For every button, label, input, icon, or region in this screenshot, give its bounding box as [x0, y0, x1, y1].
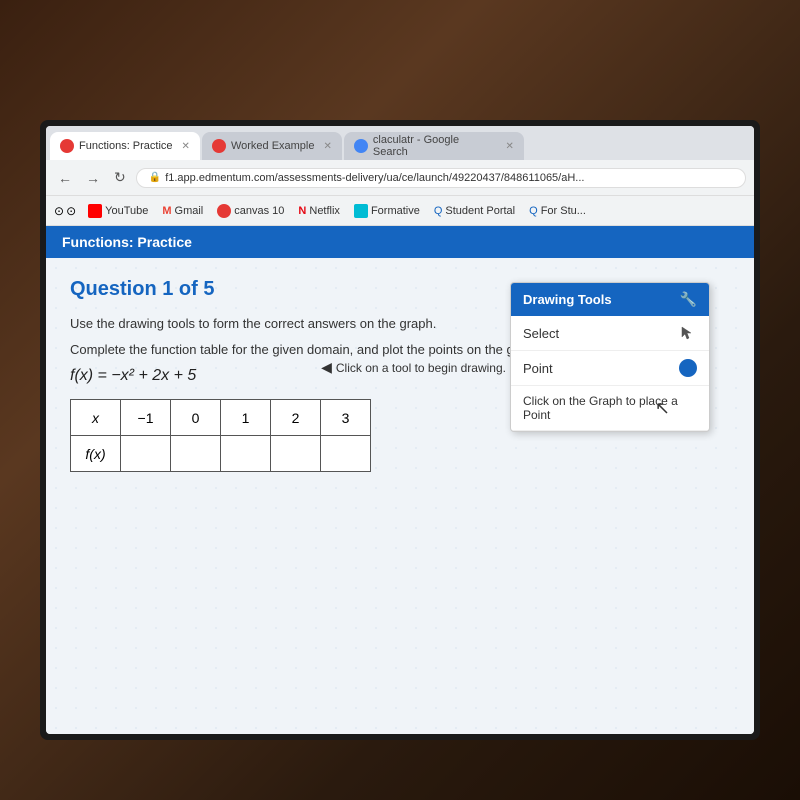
table-header-1: 1	[221, 400, 271, 436]
tool-hint-outside: ◀ Click on a tool to begin drawing.	[321, 359, 506, 376]
bookmark-youtube-label: YouTube	[105, 205, 148, 217]
bookmark-student-portal-label: Student Portal	[445, 205, 515, 217]
table-cell-1[interactable]	[121, 436, 171, 472]
url-text: f1.app.edmentum.com/assessments-delivery…	[165, 172, 584, 184]
tab-functions-practice[interactable]: Functions: Practice ✕	[50, 132, 200, 160]
bookmark-canvas[interactable]: canvas 10	[211, 202, 290, 220]
arrow-left-icon: ◀	[321, 359, 332, 376]
point-circle-icon	[679, 359, 697, 377]
laptop-background: Functions: Practice ✕ Worked Example ✕ c…	[0, 0, 800, 800]
table-header-0: 0	[171, 400, 221, 436]
url-bar[interactable]: 🔒 f1.app.edmentum.com/assessments-delive…	[136, 168, 746, 188]
tab-worked-example[interactable]: Worked Example ✕	[202, 132, 342, 160]
function-table: x −1 0 1 2 3 f(x)	[70, 399, 371, 472]
tab-label-worked: Worked Example	[231, 140, 315, 152]
bookmark-gmail-label: Gmail	[175, 205, 204, 217]
browser-window: Functions: Practice ✕ Worked Example ✕ c…	[46, 126, 754, 734]
table-cell-3[interactable]	[221, 436, 271, 472]
bookmark-for-stu-label: For Stu...	[541, 205, 586, 217]
drawing-tools-panel: Drawing Tools 🔧 Select	[510, 282, 710, 432]
tab-google[interactable]: claculatr - Google Search ✕	[344, 132, 524, 160]
point-label: Point	[523, 361, 553, 376]
bookmark-netflix[interactable]: N Netflix	[292, 203, 346, 219]
tool-hint-text: Click on a tool to begin drawing.	[336, 361, 506, 375]
select-label: Select	[523, 326, 559, 341]
back-button[interactable]: ←	[54, 168, 76, 188]
table-cell-2[interactable]	[171, 436, 221, 472]
for-stu-icon: Q	[529, 205, 538, 217]
tab-bar: Functions: Practice ✕ Worked Example ✕ c…	[46, 126, 754, 160]
tab-icon-google	[354, 139, 368, 153]
page-header: Functions: Practice	[46, 226, 754, 258]
forward-button[interactable]: →	[82, 168, 104, 188]
main-content: Question 1 of 5 Use the drawing tools to…	[46, 258, 754, 734]
gmail-icon: M	[162, 205, 171, 217]
bookmark-for-stu[interactable]: Q For Stu...	[523, 203, 592, 219]
drawing-tools-hint: Click on the Graph to place a Point	[511, 386, 709, 431]
formative-icon	[354, 204, 368, 218]
canvas-icon	[217, 204, 231, 218]
tab-icon-worked	[212, 139, 226, 153]
page-header-title: Functions: Practice	[62, 234, 192, 250]
table-header-3: 3	[321, 400, 371, 436]
bookmark-formative-label: Formative	[371, 205, 420, 217]
bookmark-gmail[interactable]: M Gmail	[156, 203, 209, 219]
wrench-icon: 🔧	[680, 291, 697, 308]
bookmark-canvas-label: canvas 10	[234, 205, 284, 217]
table-row-label: f(x)	[71, 436, 121, 472]
tab-close-google[interactable]: ✕	[506, 141, 514, 152]
content-wrapper: Question 1 of 5 Use the drawing tools to…	[70, 278, 730, 472]
tab-close-worked[interactable]: ✕	[324, 141, 332, 152]
tab-icon-functions	[60, 139, 74, 153]
tab-label-functions: Functions: Practice	[79, 140, 173, 152]
radio-btn-1[interactable]: ⊙	[54, 204, 64, 218]
drawing-tools-header: Drawing Tools 🔧	[511, 283, 709, 316]
table-cell-5[interactable]	[321, 436, 371, 472]
tab-label-google: claculatr - Google Search	[373, 134, 497, 158]
reload-button[interactable]: ↻	[110, 167, 130, 188]
select-cursor-icon	[679, 324, 697, 342]
address-bar: ← → ↻ 🔒 f1.app.edmentum.com/assessments-…	[46, 160, 754, 196]
tab-close-functions[interactable]: ✕	[182, 141, 190, 152]
bookmark-student-portal[interactable]: Q Student Portal	[428, 203, 521, 219]
table-header-2: 2	[271, 400, 321, 436]
table-header-x: x	[71, 400, 121, 436]
bookmarks-bar: ⊙ ⊙ YouTube M Gmail canvas 10 N Netflix	[46, 196, 754, 226]
lock-icon: 🔒	[149, 172, 161, 183]
drawing-tools-title: Drawing Tools	[523, 292, 612, 307]
radio-btn-2[interactable]: ⊙	[66, 204, 76, 218]
cursor-arrow: ↖	[655, 398, 670, 419]
drawing-tool-select[interactable]: Select	[511, 316, 709, 351]
student-portal-icon: Q	[434, 205, 443, 217]
bookmark-netflix-label: Netflix	[309, 205, 340, 217]
screen-container: Functions: Practice ✕ Worked Example ✕ c…	[40, 120, 760, 740]
drawing-tool-point[interactable]: Point	[511, 351, 709, 386]
table-cell-4[interactable]	[271, 436, 321, 472]
equation-label: f(x) = −x² + 2x + 5	[70, 367, 196, 384]
netflix-icon: N	[298, 205, 306, 217]
table-header-neg1: −1	[121, 400, 171, 436]
bookmark-formative[interactable]: Formative	[348, 202, 426, 220]
youtube-icon	[88, 204, 102, 218]
bookmark-youtube[interactable]: YouTube	[82, 202, 154, 220]
